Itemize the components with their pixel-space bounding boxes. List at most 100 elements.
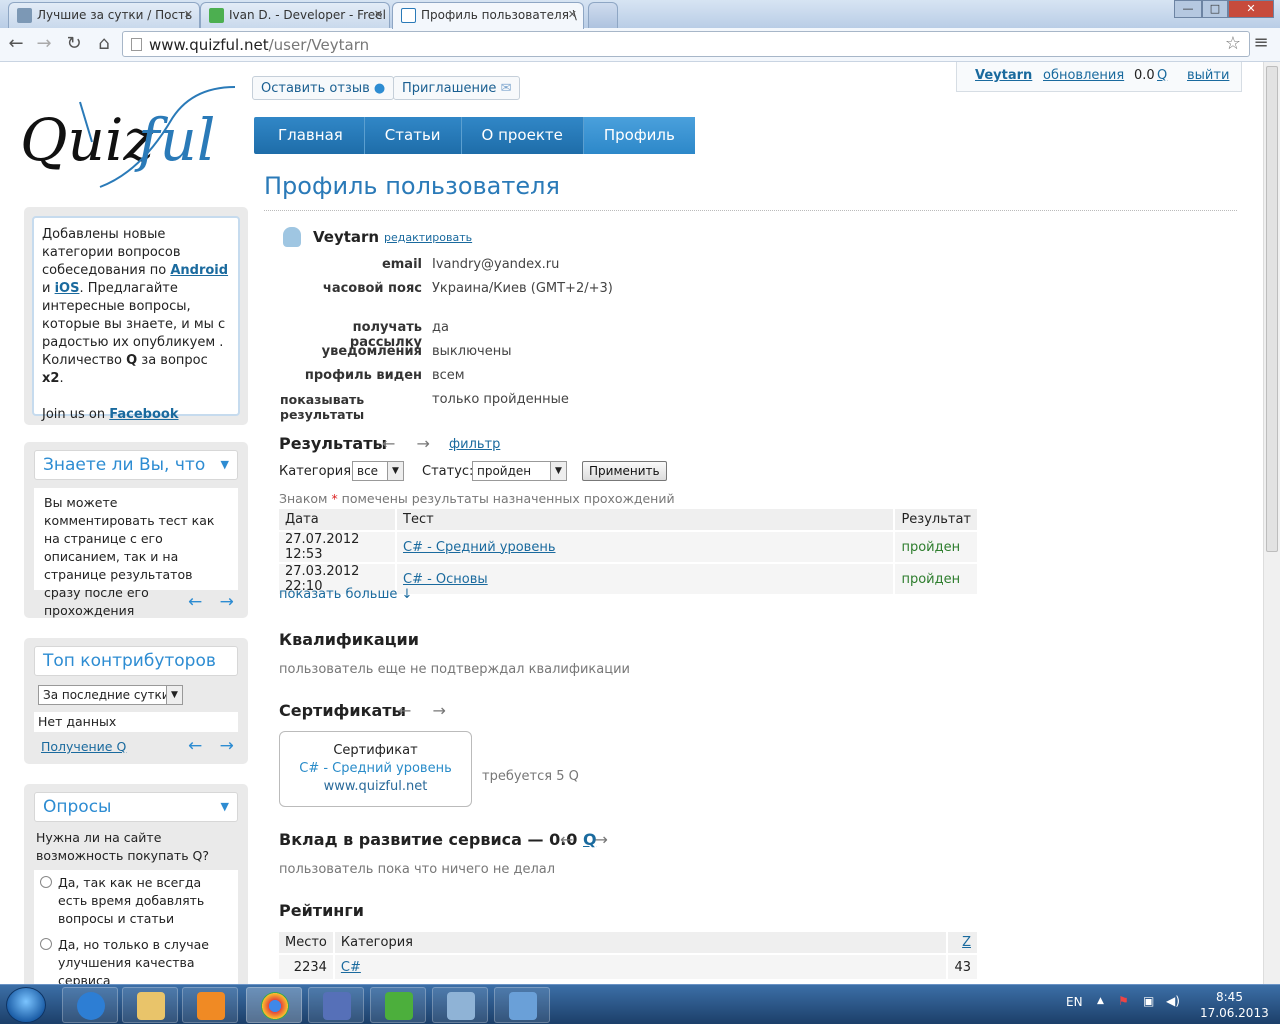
did-you-know-box: Знаете ли Вы, что ▼ Вы можете комментиро…: [24, 442, 248, 618]
close-tab-icon[interactable]: ✕: [374, 8, 383, 21]
certificate-title: Сертификат: [333, 743, 418, 758]
logout-link[interactable]: выйти: [1187, 68, 1229, 83]
taskbar-chrome[interactable]: [246, 987, 302, 1023]
period-select[interactable]: За последние сутки ▼: [38, 685, 183, 705]
browser-tab-3[interactable]: Профиль пользователя \ ✕: [392, 2, 584, 29]
category-select[interactable]: все ▼: [352, 461, 404, 481]
qualifications-text: пользователь еще не подтверждал квалифик…: [279, 662, 630, 677]
nav-about[interactable]: О проекте: [462, 117, 584, 154]
chrome-icon: [261, 992, 289, 1020]
did-you-know-header[interactable]: Знаете ли Вы, что ▼: [34, 450, 238, 480]
ios-link[interactable]: iOS: [55, 281, 80, 296]
contribution-arrows[interactable]: ← →: [560, 830, 616, 849]
top-contributors-arrows[interactable]: ← →: [188, 736, 240, 756]
column-header: Тест: [396, 509, 896, 531]
close-tab-icon[interactable]: ✕: [568, 8, 577, 21]
show-more-link[interactable]: показать больше ↓: [279, 587, 412, 602]
nav-profile[interactable]: Профиль: [583, 117, 695, 154]
taskbar-save[interactable]: [308, 987, 364, 1023]
taskbar-notes[interactable]: [432, 987, 488, 1023]
page-scrollbar[interactable]: [1263, 62, 1280, 984]
radio-button[interactable]: [40, 938, 52, 950]
field-label: уведомления: [321, 344, 422, 359]
taskbar-explorer[interactable]: [122, 987, 178, 1023]
close-tab-icon[interactable]: ✕: [184, 8, 193, 21]
notice-text: за вопрос: [137, 353, 208, 368]
freelance-favicon-icon: [209, 8, 224, 23]
network-icon[interactable]: ▣: [1143, 994, 1154, 1008]
start-button[interactable]: [6, 987, 46, 1023]
rating-category-link[interactable]: C#: [341, 960, 361, 975]
note-text: Знаком: [279, 491, 332, 506]
apply-button[interactable]: Применить: [582, 461, 667, 481]
polls-box: Опросы ▼ Нужна ли на сайте возможность п…: [24, 784, 248, 984]
sort-z-link[interactable]: Z: [962, 935, 971, 950]
bookmark-star-icon[interactable]: ☆: [1225, 33, 1241, 54]
collapse-triangle-icon[interactable]: ▼: [221, 458, 229, 471]
notice-text: и: [42, 281, 55, 296]
browser-tab-2[interactable]: Ivan D. - Developer - Freel ✕: [200, 2, 390, 28]
clock-time[interactable]: 8:45: [1216, 990, 1243, 1004]
collapse-triangle-icon[interactable]: ▼: [221, 800, 229, 813]
scrollbar-thumb[interactable]: [1266, 66, 1278, 552]
earn-q-link[interactable]: Получение Q: [41, 739, 126, 754]
did-you-know-arrows[interactable]: ← →: [188, 592, 240, 612]
clock-date[interactable]: 17.06.2013: [1200, 1006, 1269, 1020]
field-label: показывать результаты: [280, 392, 365, 422]
facebook-link[interactable]: Facebook: [109, 407, 178, 422]
balance-value: 0.0: [1134, 68, 1155, 83]
floppy-icon: [323, 992, 351, 1020]
certificate-card[interactable]: Сертификат C# - Средний уровень www.quiz…: [279, 731, 472, 807]
nav-home[interactable]: Главная: [254, 117, 365, 154]
field-value: только пройденные: [432, 392, 569, 407]
tray-expand-icon[interactable]: ▲: [1097, 996, 1104, 1006]
maximize-button[interactable]: □: [1202, 0, 1228, 18]
user-bar: Veytarn обновления 0.0 Q выйти: [956, 62, 1242, 92]
new-tab-button[interactable]: [588, 2, 618, 28]
reload-icon[interactable]: ↻: [62, 32, 86, 56]
results-note: Знаком * помечены результаты назначенных…: [279, 491, 675, 506]
filter-link[interactable]: фильтр: [449, 437, 500, 452]
feedback-button[interactable]: Оставить отзыв ●: [252, 76, 395, 100]
tab-title: Ivan D. - Developer - Freel: [229, 8, 386, 22]
browser-menu-icon[interactable]: ≡: [1250, 32, 1272, 56]
table-row: 2234 C# 43: [279, 953, 977, 979]
android-link[interactable]: Android: [170, 263, 228, 278]
certificates-arrows[interactable]: ← →: [398, 701, 454, 720]
edit-profile-link[interactable]: редактировать: [384, 231, 472, 244]
forward-arrow-icon[interactable]: →: [32, 32, 56, 56]
invite-label: Приглашение: [402, 81, 497, 96]
dropdown-arrow-icon: ▼: [166, 686, 182, 704]
volume-icon[interactable]: ◀): [1166, 994, 1180, 1008]
result-test-link[interactable]: C# - Основы: [403, 572, 488, 587]
page-title: Профиль пользователя: [264, 172, 560, 200]
browser-toolbar: ← → ↻ ⌂ www.quizful.net/user/Veytarn ☆ ≡: [0, 28, 1280, 62]
poll-option[interactable]: Да, так как не всегда есть время добавля…: [40, 874, 232, 928]
close-window-button[interactable]: ✕: [1228, 0, 1274, 18]
minimize-button[interactable]: —: [1174, 0, 1202, 18]
q-link[interactable]: Q: [1157, 68, 1167, 83]
back-arrow-icon[interactable]: ←: [4, 32, 28, 56]
page-content: Quiz ful Оставить отзыв ● Приглашение ✉ …: [0, 62, 1263, 984]
taskbar-media[interactable]: [182, 987, 238, 1023]
nav-articles[interactable]: Статьи: [365, 117, 462, 154]
result-test-link[interactable]: C# - Средний уровень: [403, 540, 556, 555]
taskbar-photos[interactable]: [494, 987, 550, 1023]
username-link[interactable]: Veytarn: [975, 68, 1032, 83]
invite-button[interactable]: Приглашение ✉: [393, 76, 521, 100]
language-indicator[interactable]: EN: [1066, 995, 1083, 1009]
certificates-title: Сертификаты: [279, 701, 407, 720]
status-select[interactable]: пройден ▼: [472, 461, 567, 481]
address-bar[interactable]: www.quizful.net/user/Veytarn ☆: [122, 31, 1250, 57]
results-arrows[interactable]: ← →: [382, 434, 438, 453]
browser-tab-1[interactable]: Лучшие за сутки / Пость ✕: [8, 2, 200, 28]
action-center-icon[interactable]: ⚑: [1118, 994, 1129, 1008]
radio-button[interactable]: [40, 876, 52, 888]
polls-header[interactable]: Опросы ▼: [34, 792, 238, 822]
home-icon[interactable]: ⌂: [92, 32, 116, 56]
quizful-logo[interactable]: Quiz ful: [20, 82, 245, 202]
taskbar-utorrent[interactable]: [370, 987, 426, 1023]
updates-link[interactable]: обновления: [1043, 68, 1124, 83]
poll-option[interactable]: Да, но только в случае улучшения качеств…: [40, 936, 232, 984]
taskbar-ie[interactable]: [62, 987, 118, 1023]
